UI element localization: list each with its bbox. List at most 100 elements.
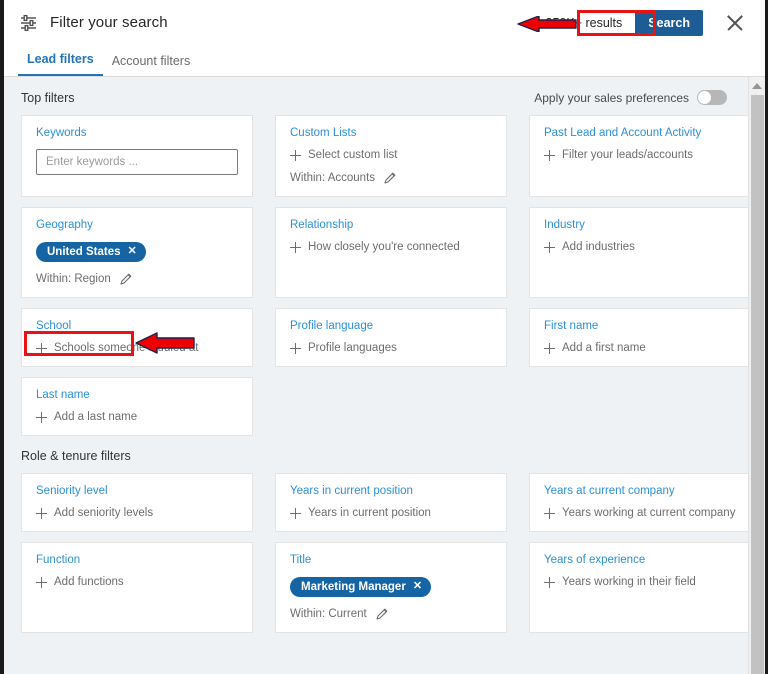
plus-icon xyxy=(544,342,555,354)
add-profile-language-label: Profile languages xyxy=(308,342,397,354)
add-years-current-company-label: Years working at current company xyxy=(562,507,736,519)
add-school-label: Schools someone studied at xyxy=(54,342,199,354)
add-school-button[interactable]: Schools someone studied at xyxy=(36,342,238,354)
toggle-knob xyxy=(698,91,711,104)
within-label-custom-lists: Within: Accounts xyxy=(290,172,376,184)
plus-icon xyxy=(290,342,301,354)
remove-title-icon[interactable]: ✕ xyxy=(413,581,422,592)
geography-pill-wrap: United States ✕ xyxy=(36,241,238,262)
sales-preferences-toggle-group: Apply your sales preferences xyxy=(534,90,727,105)
tab-account-filters[interactable]: Account filters xyxy=(103,54,200,76)
filter-title-years-of-experience: Years of experience xyxy=(544,554,646,566)
filter-card-last-name[interactable]: Last name Add a last name xyxy=(21,377,253,436)
add-relationship-label: How closely you're connected xyxy=(308,241,460,253)
vertical-scrollbar[interactable] xyxy=(748,77,765,674)
section-title-top-filters: Top filters xyxy=(21,90,75,105)
filter-title-keywords: Keywords xyxy=(36,127,87,139)
scroll-up-button[interactable] xyxy=(749,77,765,94)
add-years-current-position-button[interactable]: Years in current position xyxy=(290,507,492,519)
filter-title-past-activity: Past Lead and Account Activity xyxy=(544,127,702,139)
filter-card-industry[interactable]: Industry Add industries xyxy=(529,207,761,298)
add-past-activity-label: Filter your leads/accounts xyxy=(562,149,694,161)
within-row-title: Within: Current xyxy=(290,608,492,620)
filter-card-profile-language[interactable]: Profile language Profile languages xyxy=(275,308,507,367)
plus-icon xyxy=(544,507,555,519)
add-first-name-button[interactable]: Add a first name xyxy=(544,342,746,354)
within-label-geography: Within: Region xyxy=(36,273,111,285)
geography-pill[interactable]: United States ✕ xyxy=(36,241,146,262)
add-function-button[interactable]: Add functions xyxy=(36,576,238,588)
filter-card-years-of-experience[interactable]: Years of experience Years working in the… xyxy=(529,542,761,633)
add-custom-list-button[interactable]: Select custom list xyxy=(290,149,492,161)
within-row-custom-lists: Within: Accounts xyxy=(290,172,492,184)
filter-card-custom-lists[interactable]: Custom Lists Select custom list Within: … xyxy=(275,115,507,197)
role-tenure-filters-header: Role & tenure filters xyxy=(4,436,749,473)
filter-tabs: Lead filters Account filters xyxy=(4,45,765,77)
plus-icon xyxy=(290,241,301,253)
results-count: 350K+ results xyxy=(545,15,623,30)
filter-card-function[interactable]: Function Add functions xyxy=(21,542,253,633)
filter-card-seniority-level[interactable]: Seniority level Add seniority levels xyxy=(21,473,253,532)
add-profile-language-button[interactable]: Profile languages xyxy=(290,342,492,354)
add-last-name-label: Add a last name xyxy=(54,411,138,423)
add-years-current-company-button[interactable]: Years working at current company xyxy=(544,507,746,519)
add-seniority-level-label: Add seniority levels xyxy=(54,507,154,519)
filter-card-past-activity[interactable]: Past Lead and Account Activity Filter yo… xyxy=(529,115,761,197)
caret-up-icon xyxy=(752,82,762,89)
add-seniority-level-button[interactable]: Add seniority levels xyxy=(36,507,238,519)
search-button[interactable]: Search xyxy=(635,9,703,36)
filter-card-geography[interactable]: Geography United States ✕ Within: Region xyxy=(21,207,253,298)
add-function-label: Add functions xyxy=(54,576,124,588)
plus-icon xyxy=(544,576,555,588)
filters-content: Top filters Apply your sales preferences… xyxy=(4,77,761,674)
title-pill-wrap: Marketing Manager ✕ xyxy=(290,576,492,597)
filter-title-years-current-position: Years in current position xyxy=(290,485,413,497)
add-years-of-experience-button[interactable]: Years working in their field xyxy=(544,576,746,588)
title-pill[interactable]: Marketing Manager ✕ xyxy=(290,576,432,597)
plus-icon xyxy=(544,149,555,161)
filter-card-years-current-position[interactable]: Years in current position Years in curre… xyxy=(275,473,507,532)
sales-preferences-label: Apply your sales preferences xyxy=(534,90,689,105)
title-pill-label: Marketing Manager xyxy=(301,580,406,593)
add-custom-list-label: Select custom list xyxy=(308,149,398,161)
filter-card-title[interactable]: Title Marketing Manager ✕ Within: Curren… xyxy=(275,542,507,633)
top-filters-header: Top filters Apply your sales preferences xyxy=(4,77,749,115)
filter-title-years-current-company: Years at current company xyxy=(544,485,675,497)
filter-card-relationship[interactable]: Relationship How closely you're connecte… xyxy=(275,207,507,298)
plus-icon xyxy=(36,576,47,588)
add-years-of-experience-label: Years working in their field xyxy=(562,576,696,588)
within-label-title: Within: Current xyxy=(290,608,367,620)
top-filters-grid: Keywords Custom Lists Select custom list… xyxy=(4,115,761,436)
pencil-icon[interactable] xyxy=(376,608,388,620)
role-tenure-filters-grid: Seniority level Add seniority levels Yea… xyxy=(4,473,761,633)
filter-title-relationship: Relationship xyxy=(290,219,354,231)
filter-card-first-name[interactable]: First name Add a first name xyxy=(529,308,761,367)
filter-card-years-current-company[interactable]: Years at current company Years working a… xyxy=(529,473,761,532)
plus-icon xyxy=(290,507,301,519)
add-industry-button[interactable]: Add industries xyxy=(544,241,746,253)
scrollbar-thumb[interactable] xyxy=(751,95,764,674)
filter-title-last-name: Last name xyxy=(36,389,90,401)
within-row-geography: Within: Region xyxy=(36,273,238,285)
tab-lead-filters[interactable]: Lead filters xyxy=(18,52,103,76)
filter-title-function: Function xyxy=(36,554,81,566)
page-title: Filter your search xyxy=(50,14,168,31)
close-icon[interactable] xyxy=(725,13,745,33)
keywords-input[interactable] xyxy=(36,149,238,175)
add-relationship-button[interactable]: How closely you're connected xyxy=(290,241,492,253)
geography-pill-label: United States xyxy=(47,245,121,258)
filter-card-school[interactable]: School Schools someone studied at xyxy=(21,308,253,367)
filter-card-keywords[interactable]: Keywords xyxy=(21,115,253,197)
remove-geography-icon[interactable]: ✕ xyxy=(128,246,137,257)
filter-title-industry: Industry xyxy=(544,219,585,231)
filter-search-dialog: Filter your search 350K+ results Search … xyxy=(0,0,768,674)
filter-sliders-icon xyxy=(21,14,36,31)
pencil-icon[interactable] xyxy=(384,172,396,184)
add-past-activity-button[interactable]: Filter your leads/accounts xyxy=(544,149,746,161)
plus-icon xyxy=(544,241,555,253)
plus-icon xyxy=(36,342,47,354)
sales-preferences-toggle[interactable] xyxy=(697,90,727,105)
add-last-name-button[interactable]: Add a last name xyxy=(36,411,238,423)
pencil-icon[interactable] xyxy=(120,273,132,285)
plus-icon xyxy=(36,507,47,519)
